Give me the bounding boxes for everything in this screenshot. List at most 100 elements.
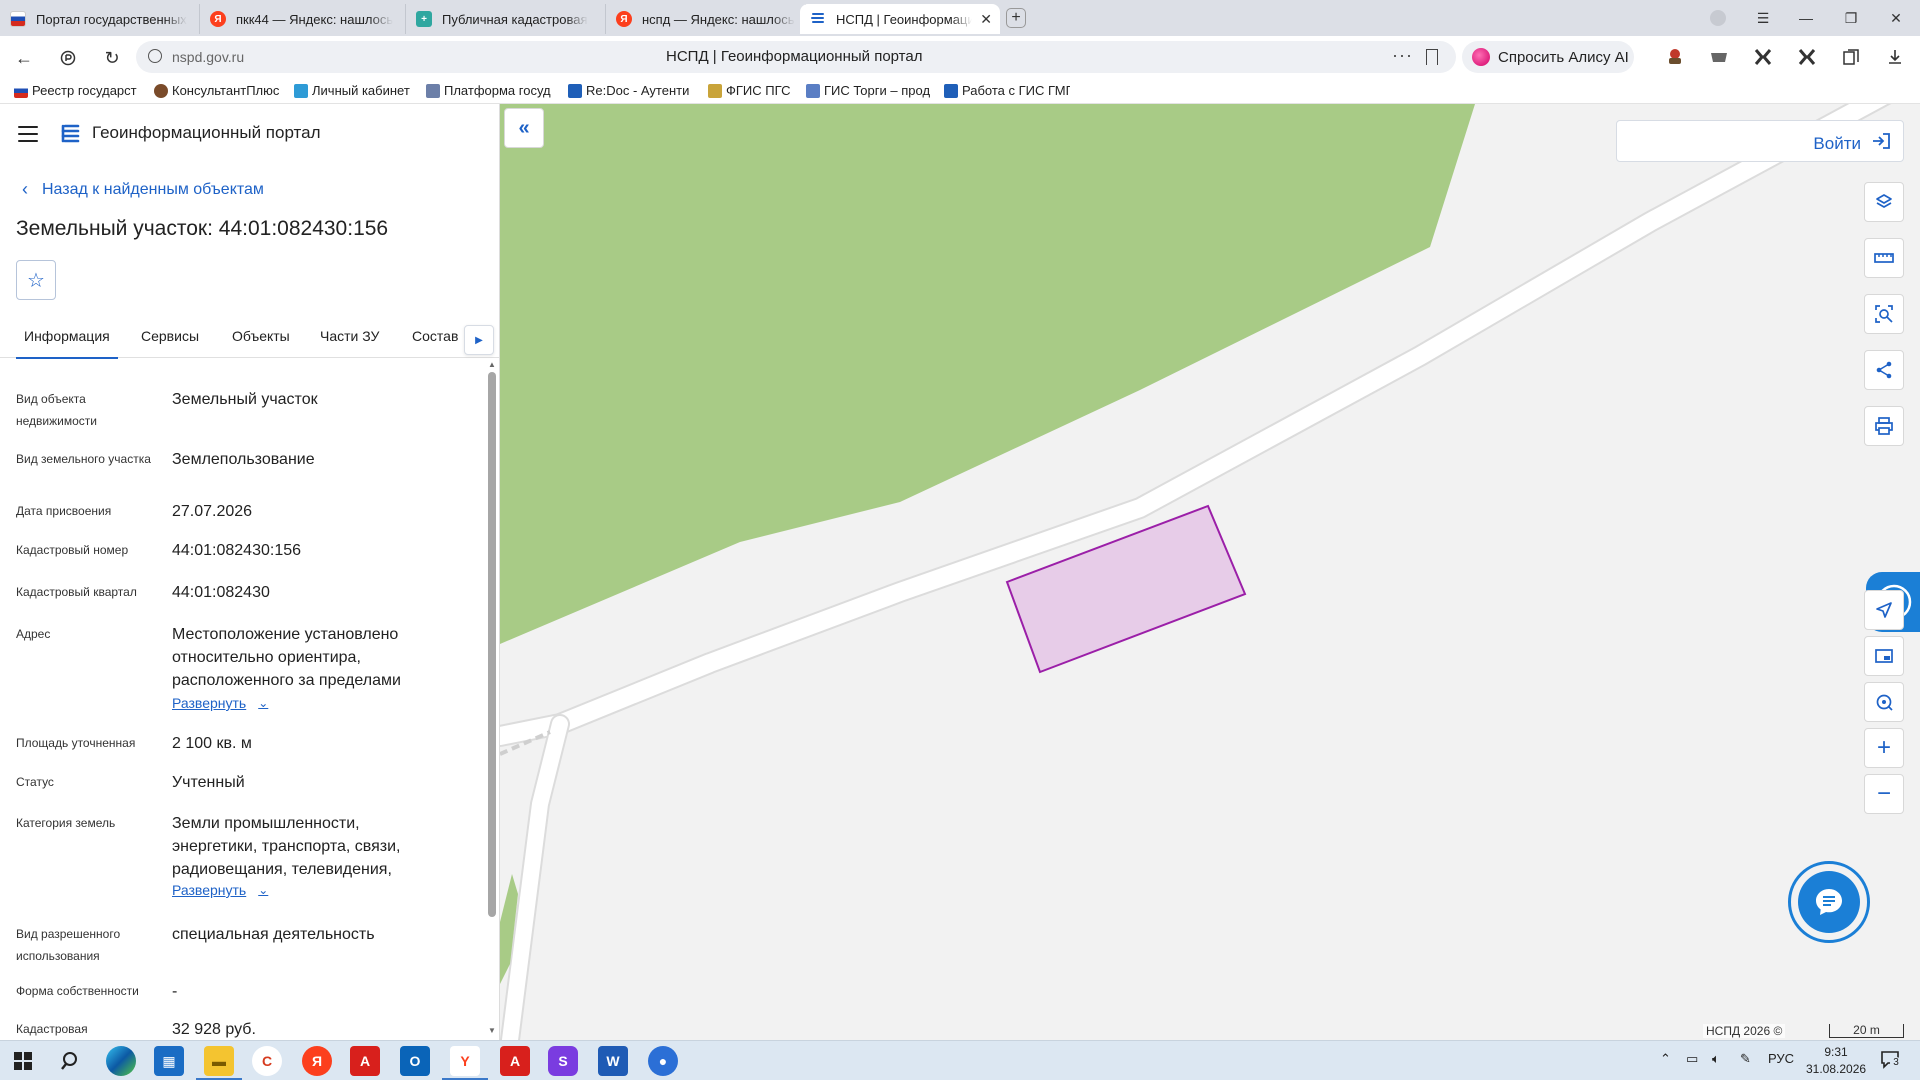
- portal-title[interactable]: Геоинформационный портал: [92, 123, 321, 143]
- new-tab-button[interactable]: +: [1006, 8, 1026, 28]
- pen-icon[interactable]: ✎: [1740, 1051, 1751, 1067]
- map-canvas[interactable]: [500, 104, 1920, 1040]
- tab-objects[interactable]: Объекты: [232, 328, 290, 344]
- measure-button[interactable]: [1864, 238, 1904, 278]
- volume-icon[interactable]: 🔈︎: [1712, 1051, 1720, 1067]
- bookmark-icon[interactable]: [1426, 49, 1438, 65]
- favorite-button[interactable]: ☆: [16, 260, 56, 300]
- status-value: Учтенный: [172, 774, 245, 791]
- app-icon[interactable]: ●: [648, 1046, 678, 1076]
- back-arrow-icon[interactable]: ←: [10, 44, 38, 72]
- cabinet-icon: [294, 83, 308, 98]
- geolocation-button[interactable]: [1864, 682, 1904, 722]
- portal-logo-icon[interactable]: [60, 122, 82, 144]
- minimize-icon[interactable]: —: [1790, 6, 1822, 30]
- collapse-panel-button[interactable]: «: [504, 108, 544, 148]
- browser-tab[interactable]: Портал государственных: [0, 4, 200, 34]
- expand-label: Развернуть: [172, 695, 247, 711]
- word-icon[interactable]: W: [598, 1046, 628, 1076]
- yandex-browser-icon[interactable]: Y: [442, 1046, 488, 1080]
- expand-address-link[interactable]: Развернуть ⌄: [172, 695, 268, 711]
- store-icon[interactable]: ▦: [154, 1046, 184, 1076]
- scroll-down-icon[interactable]: ▼: [488, 1026, 496, 1035]
- map-view[interactable]: « Войти + − НСПД 2026 © 20 m: [500, 104, 1920, 1040]
- pdf-icon[interactable]: A: [500, 1046, 530, 1076]
- messenger-icon[interactable]: S: [548, 1046, 578, 1076]
- property-label: Вид земельного участка: [16, 452, 151, 466]
- ruler-icon: [1874, 253, 1894, 263]
- menu-icon[interactable]: [18, 126, 38, 142]
- layers-button[interactable]: [1864, 182, 1904, 222]
- download-icon[interactable]: [1884, 46, 1906, 68]
- address-field[interactable]: nspd.gov.ru НСПД | Геоинформационный пор…: [136, 41, 1456, 73]
- share-button[interactable]: [1864, 350, 1904, 390]
- browser-tab[interactable]: Я нспд — Яндекс: нашлось: [606, 4, 806, 34]
- notifications-icon[interactable]: 3: [1880, 1049, 1902, 1072]
- scroll-up-icon[interactable]: ▲: [488, 360, 496, 369]
- app-c-icon[interactable]: C: [252, 1046, 282, 1076]
- login-button[interactable]: Войти: [1813, 131, 1891, 156]
- outlook-icon[interactable]: O: [400, 1046, 430, 1076]
- network-icon[interactable]: ▭: [1686, 1051, 1698, 1067]
- browser-tab-active[interactable]: НСПД | Геоинформаци ✕: [800, 4, 1000, 34]
- kontur-icon[interactable]: [1752, 46, 1774, 68]
- protect-icon[interactable]: [54, 44, 82, 72]
- collections-icon[interactable]: [1840, 46, 1862, 68]
- bookmark-item[interactable]: ФГИС ПГС: [708, 83, 802, 98]
- property-value: -: [172, 983, 178, 1000]
- bookmark-item[interactable]: КонсультантПлюс: [154, 83, 280, 98]
- ask-alice-button[interactable]: Спросить Алису AI: [1462, 41, 1634, 73]
- file-explorer-icon[interactable]: ▬: [196, 1046, 242, 1080]
- kontur-icon[interactable]: [1796, 46, 1818, 68]
- extension-icon[interactable]: [1708, 46, 1730, 68]
- emblem-icon: [426, 83, 440, 98]
- back-to-results-link[interactable]: ‹ Назад к найденным объектам: [22, 179, 264, 200]
- tab-information[interactable]: Информация: [16, 328, 118, 359]
- pdf-icon[interactable]: A: [350, 1046, 380, 1076]
- flag-icon: [10, 11, 26, 27]
- restore-icon[interactable]: ❐: [1835, 6, 1867, 30]
- print-button[interactable]: [1864, 406, 1904, 446]
- profile-icon[interactable]: [1702, 6, 1734, 30]
- close-tab-icon[interactable]: ✕: [980, 11, 992, 28]
- browser-tab[interactable]: Я пкк44 — Яндекс: нашлось: [200, 4, 406, 34]
- tabs-scroll-right-button[interactable]: ▶: [464, 325, 494, 355]
- edge-icon[interactable]: [106, 1046, 136, 1076]
- bookmark-item[interactable]: Работа с ГИС ГМП: [944, 83, 1070, 98]
- minimap-button[interactable]: [1864, 636, 1904, 676]
- clock[interactable]: 9:31 31.08.2026: [1806, 1044, 1866, 1078]
- address-value: Местоположение установлено относительно …: [172, 626, 401, 689]
- location-arrow-icon: [1876, 602, 1892, 618]
- close-window-icon[interactable]: ✕: [1880, 6, 1912, 30]
- yandex-icon[interactable]: Я: [302, 1046, 332, 1076]
- reload-icon[interactable]: ↻: [98, 44, 126, 72]
- bookmark-item[interactable]: Платформа госуд: [426, 83, 554, 98]
- tab-title: нспд — Яндекс: нашлось: [642, 11, 795, 27]
- tray-expand-icon[interactable]: ⌃: [1660, 1051, 1671, 1067]
- bookmark-item[interactable]: Реестр государст: [14, 83, 140, 98]
- search-icon[interactable]: [56, 1046, 86, 1076]
- bookmark-item[interactable]: Re:Doc - Аутенти: [568, 83, 694, 98]
- scale-bar: 20 m: [1829, 1024, 1904, 1038]
- tab-services[interactable]: Сервисы: [141, 328, 199, 344]
- bookmark-item[interactable]: Личный кабинет: [294, 83, 418, 98]
- zoom-out-button[interactable]: −: [1864, 774, 1904, 814]
- print-icon: [1875, 417, 1893, 435]
- select-area-button[interactable]: [1864, 294, 1904, 334]
- tab-parts[interactable]: Части ЗУ: [320, 328, 379, 344]
- zoom-in-button[interactable]: +: [1864, 728, 1904, 768]
- language-indicator[interactable]: РУС: [1768, 1051, 1794, 1066]
- bookmark-item[interactable]: ГИС Торги – прод: [806, 83, 932, 98]
- chat-button[interactable]: [1788, 861, 1870, 943]
- tab-composition[interactable]: Состав: [412, 328, 458, 344]
- menu-icon[interactable]: ☰: [1747, 6, 1779, 30]
- navigate-button[interactable]: [1864, 590, 1904, 630]
- site-info-icon[interactable]: [148, 49, 162, 63]
- minus-icon: −: [1876, 780, 1891, 807]
- browser-tab[interactable]: + Публичная кадастровая: [406, 4, 606, 34]
- more-icon[interactable]: ···: [1392, 45, 1413, 66]
- extension-icon[interactable]: [1664, 46, 1686, 68]
- windows-start-icon[interactable]: [8, 1046, 38, 1076]
- expand-category-link[interactable]: Развернуть ⌄: [172, 882, 268, 898]
- scrollbar-thumb[interactable]: [488, 372, 496, 917]
